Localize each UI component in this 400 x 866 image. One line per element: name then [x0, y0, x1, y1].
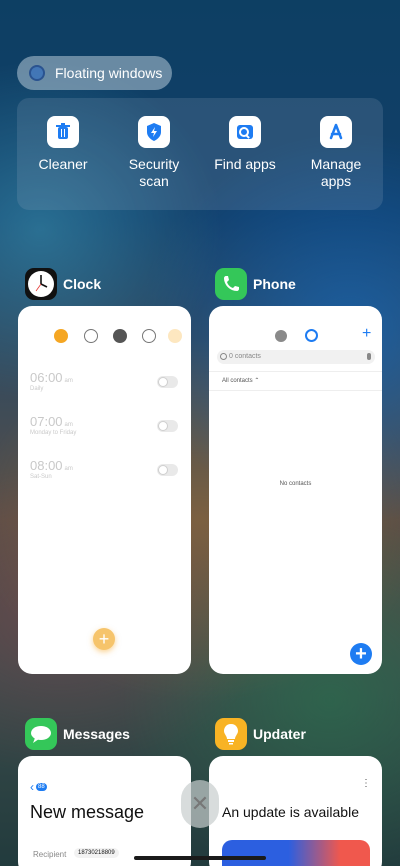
- empty-state-text: No contacts: [279, 481, 312, 487]
- add-alarm-plus: +: [98, 629, 110, 649]
- world-clock-tab-icon[interactable]: [84, 329, 98, 343]
- contacts-search-placeholder: 0 contacts: [229, 353, 261, 360]
- updater-app-title: Updater: [253, 726, 306, 742]
- alarm-tab-icon[interactable]: [54, 329, 68, 343]
- alarm-item[interactable]: 08:00 am Sat-Sun: [30, 458, 73, 480]
- update-headline: An update is available: [222, 804, 359, 820]
- messages-app-card[interactable]: ‹ 88 New message Recipient 18730218809: [18, 756, 191, 866]
- recipient-label: Recipient: [33, 850, 67, 859]
- app-search-icon: [229, 116, 261, 148]
- home-indicator[interactable]: [134, 856, 266, 860]
- alarm-item[interactable]: 06:00 am Daily: [30, 370, 73, 392]
- add-contact-plus: +: [355, 643, 367, 665]
- alarm-repeat: Sat-Sun: [30, 474, 52, 480]
- new-message-heading: New message: [30, 802, 145, 822]
- alarm-ampm: am: [64, 422, 73, 428]
- clock-app-title: Clock: [63, 276, 102, 292]
- recipient-chip[interactable]: 18730218809: [74, 848, 119, 858]
- clock-app-header[interactable]: Clock: [25, 268, 101, 300]
- update-banner-image: [222, 840, 370, 866]
- recipient-value: 18730218809: [78, 850, 115, 856]
- floating-windows-button[interactable]: Floating windows: [17, 56, 172, 90]
- alarm-repeat: Daily: [30, 386, 44, 392]
- close-icon: ✕: [190, 791, 210, 816]
- updater-app-card[interactable]: ⋮ An update is available: [209, 756, 382, 866]
- more-menu-icon[interactable]: [168, 329, 182, 343]
- messages-app-header[interactable]: Messages: [25, 718, 130, 750]
- stopwatch-tab-icon[interactable]: [113, 329, 127, 343]
- close-all-button[interactable]: ✕: [181, 780, 219, 828]
- contacts-tab-icon[interactable]: [305, 329, 318, 342]
- more-options-icon[interactable]: ⋮: [361, 778, 371, 789]
- manage-apps-button[interactable]: Manage apps: [291, 116, 381, 190]
- updater-app-icon: [215, 718, 247, 750]
- microphone-icon[interactable]: [367, 353, 371, 360]
- find-apps-label: Find apps: [214, 156, 276, 172]
- manage-apps-label: Manage apps: [310, 156, 362, 189]
- cleaner-button[interactable]: Cleaner: [18, 116, 108, 173]
- divider: [209, 390, 382, 391]
- recents-tab-icon[interactable]: [275, 330, 287, 342]
- messages-app-icon: [25, 718, 57, 750]
- add-alarm-button[interactable]: +: [93, 628, 115, 650]
- phone-app-card[interactable]: + 0 contacts All contacts ⌃ No contacts …: [209, 306, 382, 674]
- messages-app-title: Messages: [63, 726, 130, 742]
- phone-app-header[interactable]: Phone: [215, 268, 296, 300]
- app-store-icon: [320, 116, 352, 148]
- alarm-toggle[interactable]: [157, 464, 178, 476]
- alarm-item[interactable]: 07:00 am Monday to Friday: [30, 414, 76, 436]
- contacts-filter-dropdown[interactable]: All contacts ⌃: [222, 377, 259, 384]
- chevron-left-icon: ‹: [30, 780, 34, 794]
- phone-app-title: Phone: [253, 276, 296, 292]
- contacts-filter-label: All contacts: [222, 378, 253, 384]
- clock-app-icon: [25, 268, 57, 300]
- alarm-time: 08:00: [30, 458, 63, 473]
- shield-bolt-icon: [138, 116, 170, 148]
- alarm-repeat: Monday to Friday: [30, 430, 77, 436]
- unread-badge: 88: [36, 783, 47, 791]
- add-contact-fab[interactable]: +: [350, 643, 372, 665]
- find-apps-button[interactable]: Find apps: [200, 116, 290, 173]
- alarm-time: 07:00: [30, 414, 63, 429]
- chevron-updown-icon: ⌃: [254, 378, 260, 384]
- timer-tab-icon[interactable]: [142, 329, 156, 343]
- alarm-toggle[interactable]: [157, 376, 178, 388]
- floating-windows-label: Floating windows: [55, 65, 163, 81]
- alarm-ampm: am: [64, 466, 73, 472]
- security-scan-button[interactable]: Security scan: [109, 116, 199, 190]
- alarm-time: 06:00: [30, 370, 63, 385]
- divider: [209, 371, 382, 372]
- contacts-search-input[interactable]: 0 contacts: [217, 350, 375, 364]
- quick-actions-panel: Cleaner Security scan Find apps Manage a…: [17, 98, 383, 210]
- alarm-ampm: am: [64, 378, 73, 384]
- cleaner-label: Cleaner: [38, 156, 88, 172]
- updater-app-header[interactable]: Updater: [215, 718, 306, 750]
- alarm-toggle[interactable]: [157, 420, 178, 432]
- security-scan-label: Security scan: [128, 156, 180, 189]
- trash-icon: [47, 116, 79, 148]
- phone-app-icon: [215, 268, 247, 300]
- add-contact-icon[interactable]: +: [362, 325, 371, 343]
- clock-app-card[interactable]: 06:00 am Daily 07:00 am Monday to Friday 0…: [18, 306, 191, 674]
- back-button[interactable]: ‹ 88: [30, 780, 47, 794]
- search-icon: [220, 353, 227, 360]
- floating-windows-icon: [29, 65, 45, 81]
